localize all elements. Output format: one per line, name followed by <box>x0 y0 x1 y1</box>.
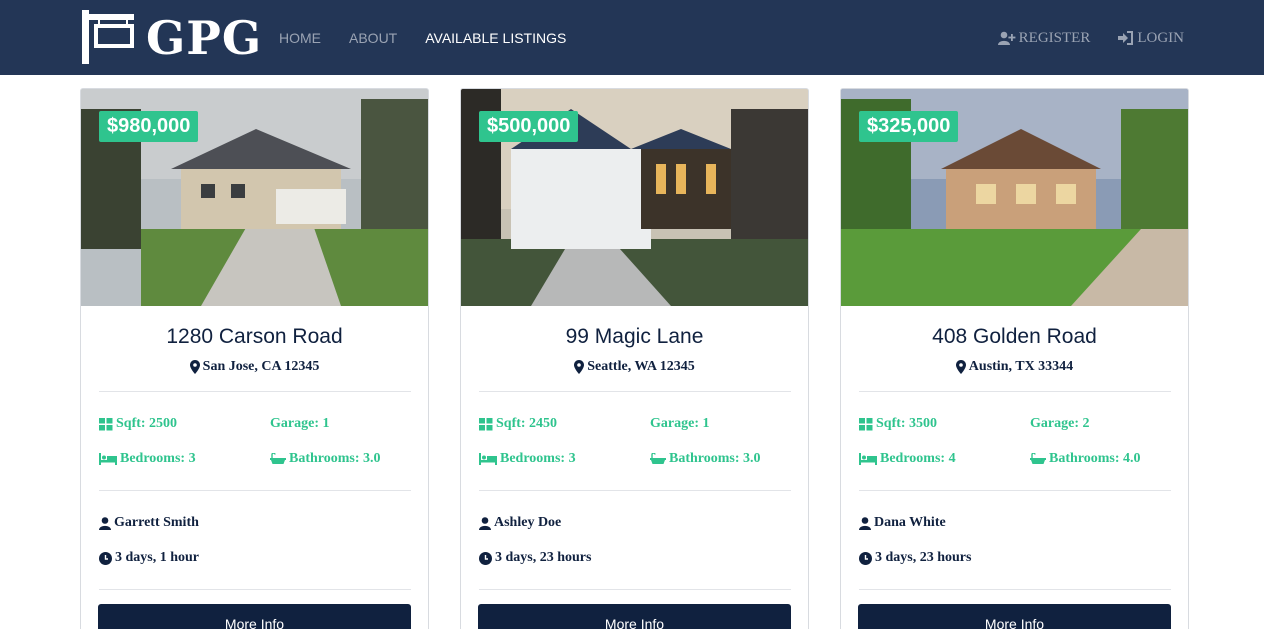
bathrooms-text: Bathrooms: 3.0 <box>669 451 761 466</box>
more-info-button[interactable]: More Info <box>98 604 411 629</box>
garage-text: Garage: 1 <box>270 416 330 431</box>
garage-feature: Garage: 1 <box>270 416 329 432</box>
sqft-text: Sqft: 2450 <box>496 416 558 431</box>
realtor-info: Dana White <box>859 515 946 531</box>
listing-location: Austin, TX 33344 <box>841 359 1188 375</box>
th-large-icon <box>859 417 873 430</box>
auth-nav: REGISTER LOGIN <box>970 29 1184 47</box>
bed-icon <box>99 453 117 465</box>
listing-photo[interactable]: $500,000 <box>461 89 808 306</box>
location-text: Seattle, WA 12345 <box>587 359 695 374</box>
listing-photo[interactable]: $325,000 <box>841 89 1188 306</box>
sign-in-icon <box>1118 31 1134 45</box>
listing-photo[interactable]: $980,000 <box>81 89 428 306</box>
bath-icon <box>650 453 666 464</box>
listing-card: $980,000 1280 Carson Road San Jose, CA 1… <box>80 88 429 629</box>
nav-home[interactable]: HOME <box>279 29 321 47</box>
clock-icon <box>479 551 492 565</box>
bedrooms-feature: Bedrooms: 3 <box>479 451 576 467</box>
bedrooms-text: Bedrooms: 3 <box>500 451 576 466</box>
login-label: LOGIN <box>1137 30 1184 46</box>
real-estate-sign-icon <box>82 10 134 64</box>
listing-location: Seattle, WA 12345 <box>461 359 808 375</box>
listing-title[interactable]: 99 Magic Lane <box>461 325 808 349</box>
divider <box>859 490 1171 491</box>
bathrooms-feature: Bathrooms: 4.0 <box>1030 451 1141 467</box>
divider <box>859 589 1171 590</box>
realtor-name: Dana White <box>874 515 946 530</box>
price-badge: $500,000 <box>479 111 579 142</box>
bedrooms-feature: Bedrooms: 4 <box>859 451 956 467</box>
bedrooms-text: Bedrooms: 4 <box>880 451 956 466</box>
sqft-text: Sqft: 2500 <box>116 416 178 431</box>
garage-feature: Garage: 1 <box>650 416 709 432</box>
realtor-name: Garrett Smith <box>114 515 199 530</box>
user-plus-icon <box>997 31 1016 45</box>
more-info-button[interactable]: More Info <box>478 604 791 629</box>
listed-time: 3 days, 23 hours <box>479 550 591 566</box>
divider <box>99 391 411 392</box>
realtor-info: Ashley Doe <box>479 515 561 531</box>
bath-icon <box>270 453 286 464</box>
garage-text: Garage: 1 <box>650 416 710 431</box>
listed-time: 3 days, 23 hours <box>859 550 971 566</box>
register-link[interactable]: REGISTER <box>997 29 1091 47</box>
map-marker-icon <box>189 360 200 374</box>
brand-logo-text: GPG <box>146 11 263 65</box>
th-large-icon <box>99 417 113 430</box>
bathrooms-text: Bathrooms: 3.0 <box>289 451 381 466</box>
map-marker-icon <box>574 360 585 374</box>
listed-time-text: 3 days, 1 hour <box>115 550 200 565</box>
register-label: REGISTER <box>1018 30 1091 46</box>
bath-icon <box>1030 453 1046 464</box>
navbar: GPG HOME ABOUT AVAILABLE LISTINGS REGIST… <box>0 0 1264 75</box>
garage-feature: Garage: 2 <box>1030 416 1089 432</box>
th-large-icon <box>479 417 493 430</box>
user-icon <box>479 516 491 530</box>
listed-time-text: 3 days, 23 hours <box>875 550 972 565</box>
bedrooms-text: Bedrooms: 3 <box>120 451 196 466</box>
bathrooms-text: Bathrooms: 4.0 <box>1049 451 1141 466</box>
bed-icon <box>479 453 497 465</box>
divider <box>859 391 1171 392</box>
main-nav: HOME ABOUT AVAILABLE LISTINGS <box>279 29 594 47</box>
listing-title[interactable]: 408 Golden Road <box>841 325 1188 349</box>
bed-icon <box>859 453 877 465</box>
divider <box>99 490 411 491</box>
divider <box>479 490 791 491</box>
map-marker-icon <box>955 360 966 374</box>
garage-text: Garage: 2 <box>1030 416 1090 431</box>
listing-location: San Jose, CA 12345 <box>81 359 428 375</box>
sqft-feature: Sqft: 2500 <box>99 416 177 432</box>
nav-available-listings[interactable]: AVAILABLE LISTINGS <box>425 29 566 47</box>
location-text: Austin, TX 33344 <box>968 359 1074 374</box>
user-icon <box>859 516 871 530</box>
nav-about[interactable]: ABOUT <box>349 29 397 47</box>
bedrooms-feature: Bedrooms: 3 <box>99 451 196 467</box>
listing-card: $325,000 408 Golden Road Austin, TX 3334… <box>840 88 1189 629</box>
price-badge: $980,000 <box>99 111 199 142</box>
bathrooms-feature: Bathrooms: 3.0 <box>270 451 381 467</box>
divider <box>479 589 791 590</box>
user-icon <box>99 516 111 530</box>
divider <box>99 589 411 590</box>
sqft-feature: Sqft: 3500 <box>859 416 937 432</box>
realtor-name: Ashley Doe <box>494 515 562 530</box>
sqft-text: Sqft: 3500 <box>876 416 938 431</box>
bathrooms-feature: Bathrooms: 3.0 <box>650 451 761 467</box>
sqft-feature: Sqft: 2450 <box>479 416 557 432</box>
clock-icon <box>859 551 872 565</box>
listed-time: 3 days, 1 hour <box>99 550 199 566</box>
more-info-button[interactable]: More Info <box>858 604 1171 629</box>
listing-card: $500,000 99 Magic Lane Seattle, WA 12345… <box>460 88 809 629</box>
realtor-info: Garrett Smith <box>99 515 199 531</box>
listing-title[interactable]: 1280 Carson Road <box>81 325 428 349</box>
listed-time-text: 3 days, 23 hours <box>495 550 592 565</box>
brand-logo[interactable]: GPG <box>80 10 263 65</box>
price-badge: $325,000 <box>859 111 959 142</box>
location-text: San Jose, CA 12345 <box>202 359 320 374</box>
login-link[interactable]: LOGIN <box>1118 29 1184 47</box>
clock-icon <box>99 551 112 565</box>
divider <box>479 391 791 392</box>
